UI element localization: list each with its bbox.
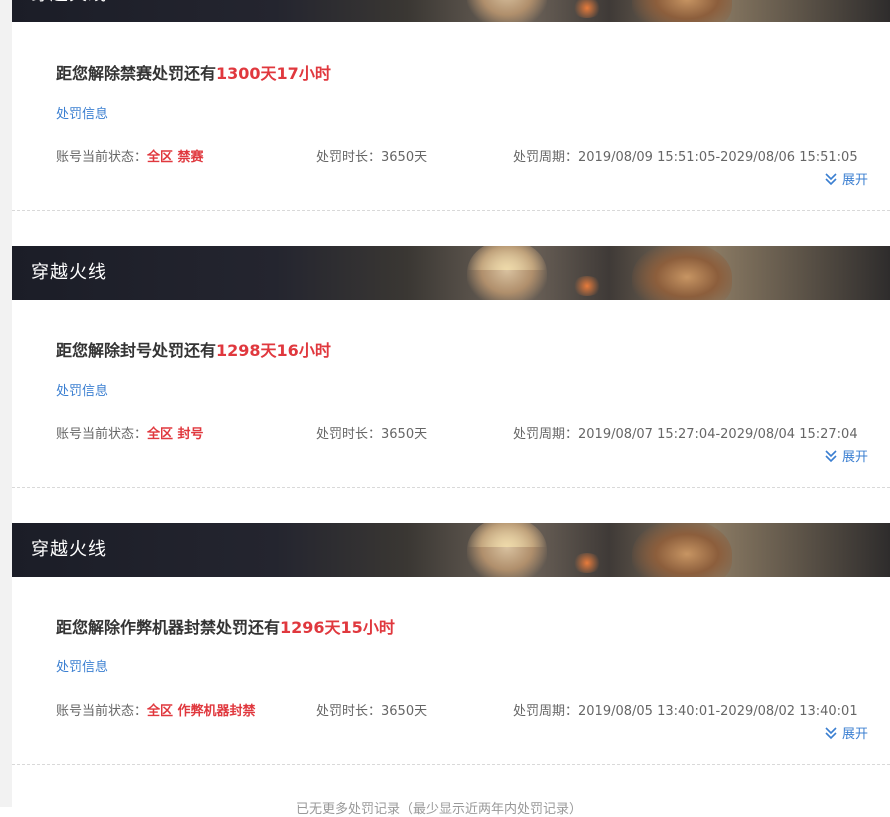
unban-countdown: 距您解除禁赛处罚还有1300天17小时 — [56, 60, 331, 84]
remaining-time: 1300天17小时 — [216, 64, 331, 83]
banner-glow — [572, 276, 602, 296]
penalty-info-link[interactable]: 处罚信息 — [56, 656, 108, 675]
game-title: 穿越火线 — [31, 0, 107, 22]
penalty-details-row: 账号当前状态：全区 封号 处罚时长：3650天 处罚周期：2019/08/07 … — [56, 423, 890, 442]
penalty-details-row: 账号当前状态：全区 作弊机器封禁 处罚时长：3650天 处罚周期：2019/08… — [56, 700, 890, 719]
penalty-duration: 处罚时长：3650天 — [316, 150, 428, 165]
headline-prefix: 距您解除作弊机器封禁处罚还有 — [56, 618, 281, 637]
game-title: 穿越火线 — [31, 262, 107, 283]
banner-glow — [572, 0, 602, 18]
character-portrait-female — [467, 246, 547, 300]
double-chevron-down-icon — [825, 172, 837, 185]
no-more-records-note: 已无更多处罚记录（最少显示近两年内处罚记录） — [296, 802, 583, 817]
penalty-period: 处罚周期：2019/08/07 15:27:04-2029/08/04 15:2… — [513, 427, 858, 442]
period-value: 2019/08/07 15:27:04-2029/08/04 15:27:04 — [578, 427, 858, 442]
remaining-time: 1298天16小时 — [216, 341, 331, 360]
period-value: 2019/08/09 15:51:05-2029/08/06 15:51:05 — [578, 150, 858, 165]
character-portrait-male — [632, 0, 732, 22]
penalty-details-row: 账号当前状态：全区 禁赛 处罚时长：3650天 处罚周期：2019/08/09 … — [56, 146, 890, 165]
character-portrait-female — [467, 0, 547, 22]
game-banner: 穿越火线 — [12, 0, 890, 22]
penalty-period: 处罚周期：2019/08/05 13:40:01-2029/08/02 13:4… — [513, 704, 858, 719]
expand-button[interactable]: 展开 — [824, 723, 868, 742]
double-chevron-down-icon — [825, 726, 837, 739]
game-banner: 穿越火线 — [12, 523, 890, 577]
character-portrait-male — [632, 523, 732, 577]
game-title: 穿越火线 — [31, 539, 107, 560]
duration-value: 3650天 — [381, 150, 428, 165]
expand-label: 展开 — [841, 173, 868, 188]
double-chevron-down-icon — [825, 449, 837, 462]
status-value: 全区 禁赛 — [147, 150, 204, 165]
card-divider — [12, 210, 890, 211]
penalty-duration: 处罚时长：3650天 — [316, 704, 428, 719]
expand-label: 展开 — [841, 727, 868, 742]
status-value: 全区 作弊机器封禁 — [147, 704, 256, 719]
expand-label: 展开 — [841, 450, 868, 465]
penalty-info-link[interactable]: 处罚信息 — [56, 103, 108, 122]
card-divider — [12, 764, 890, 765]
character-portrait-female — [467, 523, 547, 577]
duration-value: 3650天 — [381, 427, 428, 442]
period-value: 2019/08/05 13:40:01-2029/08/02 13:40:01 — [578, 704, 858, 719]
headline-prefix: 距您解除封号处罚还有 — [56, 341, 217, 360]
headline-prefix: 距您解除禁赛处罚还有 — [56, 64, 217, 83]
expand-button[interactable]: 展开 — [824, 446, 868, 465]
penalty-period: 处罚周期：2019/08/09 15:51:05-2029/08/06 15:5… — [513, 150, 858, 165]
left-gutter — [0, 0, 12, 807]
account-status: 账号当前状态：全区 作弊机器封禁 — [56, 704, 256, 719]
banner-glow — [572, 553, 602, 573]
unban-countdown: 距您解除封号处罚还有1298天16小时 — [56, 337, 331, 361]
account-status: 账号当前状态：全区 禁赛 — [56, 150, 204, 165]
character-portrait-male — [632, 246, 732, 300]
remaining-time: 1296天15小时 — [280, 618, 395, 637]
expand-button[interactable]: 展开 — [824, 169, 868, 188]
penalty-info-link[interactable]: 处罚信息 — [56, 380, 108, 399]
unban-countdown: 距您解除作弊机器封禁处罚还有1296天15小时 — [56, 614, 395, 638]
card-divider — [12, 487, 890, 488]
status-value: 全区 封号 — [147, 427, 204, 442]
duration-value: 3650天 — [381, 704, 428, 719]
penalty-duration: 处罚时长：3650天 — [316, 427, 428, 442]
account-status: 账号当前状态：全区 封号 — [56, 427, 204, 442]
game-banner: 穿越火线 — [12, 246, 890, 300]
